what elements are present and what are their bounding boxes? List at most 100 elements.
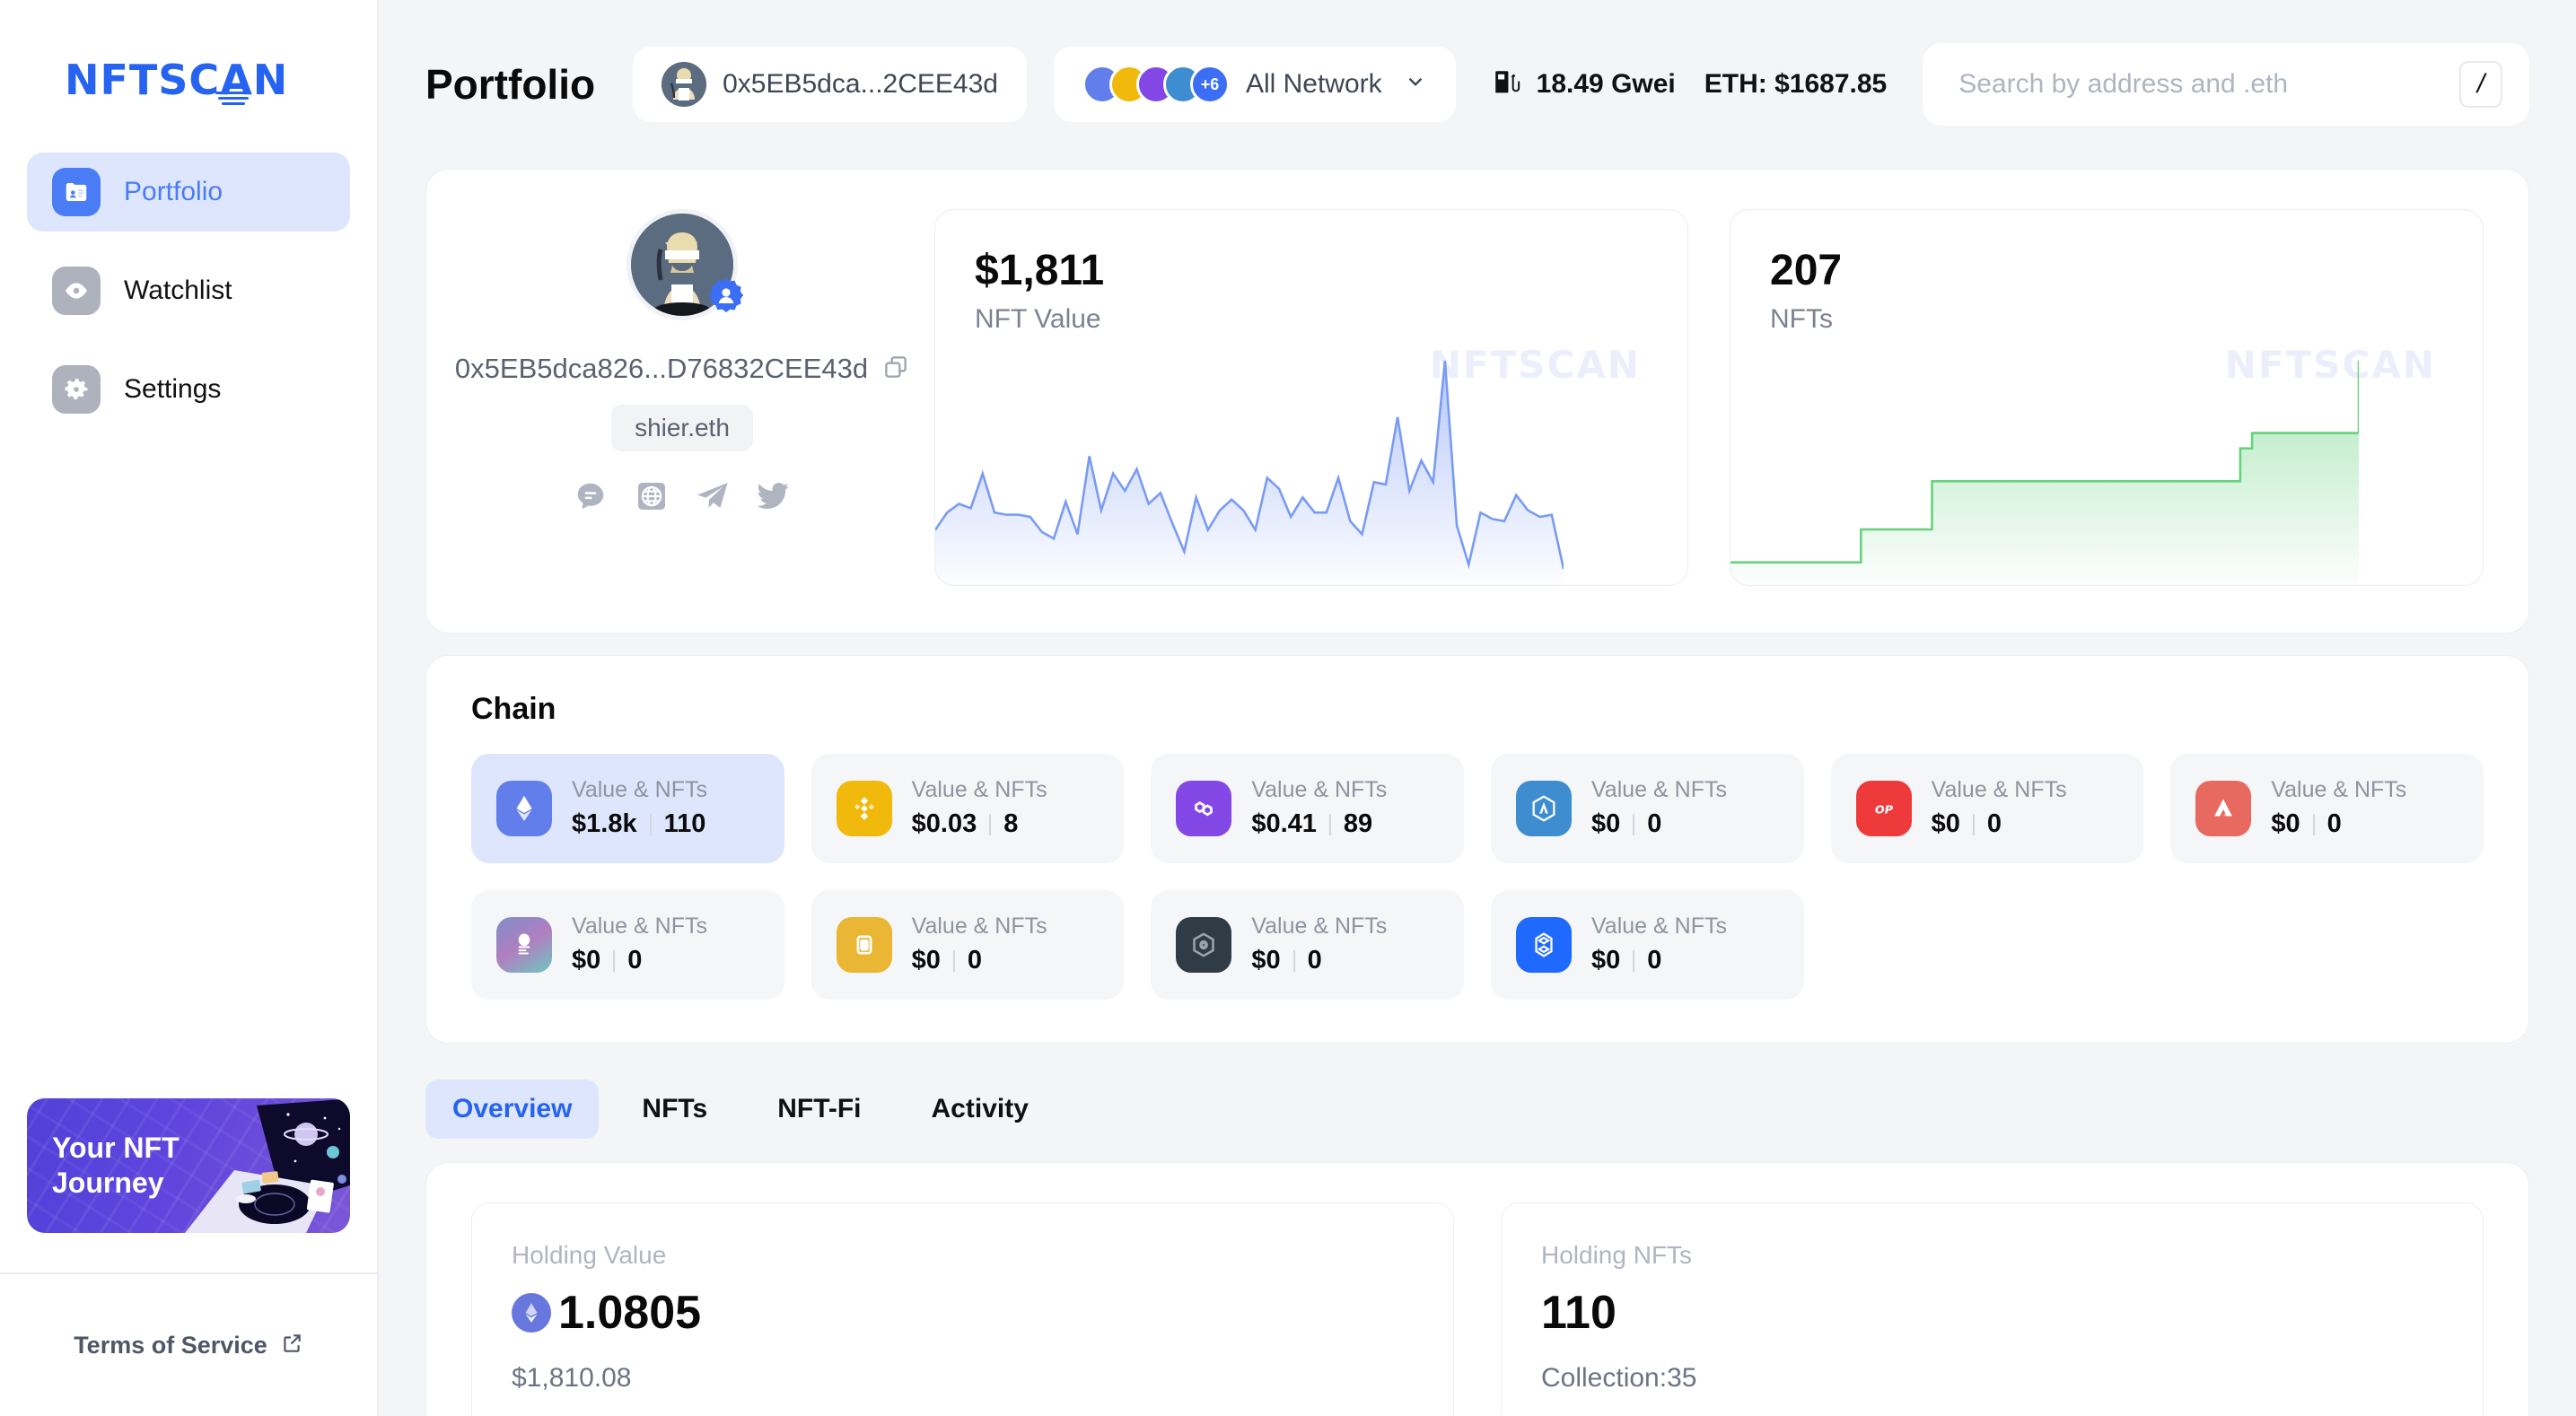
gas-pump-icon <box>1492 67 1522 102</box>
tab-activity[interactable]: Activity <box>905 1079 1056 1139</box>
chain-item-value: $0 <box>2271 809 2300 839</box>
profile-block: 0x5EB5dca826...D76832CEE43d shier.eth <box>455 209 907 586</box>
sidebar-item-watchlist[interactable]: Watchlist <box>27 251 350 330</box>
chain-item-label: Value & NFTs <box>911 913 1047 939</box>
terms-of-service-link[interactable]: Terms of Service <box>74 1332 267 1359</box>
chain-item-label: Value & NFTs <box>1251 776 1388 802</box>
holding-nfts-box: Holding NFTs 110 Collection:35 <box>1501 1202 2484 1416</box>
chain-item-value: $0.41 <box>1251 809 1317 839</box>
wallet-address: 0x5EB5dca826...D76832CEE43d <box>454 353 869 384</box>
network-icon-stack: +6 <box>1082 65 1230 104</box>
chain-item-optimism[interactable]: OP Value & NFTs $0 0 <box>1830 754 2144 863</box>
chain-item-value: $0 <box>911 946 941 975</box>
chain-item-count: 0 <box>2326 809 2342 839</box>
chain-item-solana[interactable]: Value & NFTs $0 0 <box>471 890 784 1000</box>
holding-value-amount-row: 1.0805 <box>512 1286 1414 1340</box>
chain-item-value: $1.8k <box>572 809 637 839</box>
chain-item-values: $0.41 89 <box>1251 809 1387 839</box>
chain-item-value: $0 <box>1590 809 1621 839</box>
chain-item-separator <box>1633 949 1635 972</box>
gas-indicator: 18.49 Gwei <box>1492 67 1676 102</box>
nft-journey-banner-wrap: Your NFT Journey <box>0 1098 377 1233</box>
sidebar-item-settings[interactable]: Settings <box>27 350 350 429</box>
search-bar[interactable]: / <box>1923 43 2529 126</box>
bnb-chain-icon <box>836 781 892 836</box>
nft-journey-banner[interactable]: Your NFT Journey <box>27 1098 350 1233</box>
avatar-wrap <box>626 209 744 320</box>
chain-item-values: $0 0 <box>2271 809 2406 839</box>
chain-item-count: 0 <box>627 946 643 975</box>
chain-item-value: $0 <box>1931 809 1960 839</box>
sidebar-item-portfolio[interactable]: Portfolio <box>27 153 350 232</box>
chain-item-info: Value & NFTs $0 0 <box>1251 913 1388 976</box>
chain-item-separator <box>952 949 955 972</box>
chain-item-polygon[interactable]: Value & NFTs $0.41 89 <box>1151 754 1464 863</box>
chain-item-klaytn[interactable]: Value & NFTs $0 0 <box>810 890 1125 1000</box>
verified-user-badge <box>707 277 745 315</box>
sidebar-item-label: Portfolio <box>124 177 223 206</box>
chain-item-info: Value & NFTs $0 0 <box>1590 913 1727 976</box>
chain-item-values: $0 0 <box>1251 946 1387 975</box>
chain-item-values: $0 0 <box>1932 809 2067 839</box>
twitter-icon[interactable] <box>756 478 792 514</box>
app-root: NFTSCAN Portfolio Watchlist Settings You… <box>0 0 2576 1416</box>
globe-icon[interactable] <box>634 478 670 514</box>
logo[interactable]: NFTSCAN <box>0 0 377 153</box>
profile-summary-card: 0x5EB5dca826...D76832CEE43d shier.eth $1… <box>425 169 2529 634</box>
network-extra-count: +6 <box>1189 65 1230 104</box>
chain-item-value: $0.03 <box>911 809 977 839</box>
chain-item-bnb-chain[interactable]: Value & NFTs $0.03 8 <box>810 754 1125 863</box>
sidebar-item-label: Settings <box>124 374 222 404</box>
search-input[interactable] <box>1958 69 2459 100</box>
address-chip[interactable]: 0x5EB5dca...2CEE43d <box>633 47 1027 122</box>
chain-item-label: Value & NFTs <box>1251 913 1388 939</box>
chain-item-arbitrum[interactable]: Value & NFTs $0 0 <box>1490 754 1804 863</box>
banner-text: Your NFT Journey <box>27 1131 180 1201</box>
chain-item-count: 8 <box>1003 809 1019 839</box>
telegram-icon[interactable] <box>695 478 731 514</box>
search-shortcut-badge: / <box>2459 61 2502 108</box>
ethereum-icon <box>512 1293 551 1333</box>
gear-icon <box>52 365 101 414</box>
network-selector-label: All Network <box>1245 69 1382 99</box>
klaytn-icon <box>836 917 892 973</box>
chain-item-avalanche[interactable]: Value & NFTs $0 0 <box>2170 754 2484 863</box>
chain-item-count: 110 <box>663 809 706 839</box>
gnosis-icon <box>1176 917 1232 973</box>
chain-item-values: $0 0 <box>1591 809 1727 839</box>
chat-icon[interactable] <box>573 478 609 514</box>
holding-value-amount: 1.0805 <box>558 1287 702 1339</box>
fantom-icon <box>1515 917 1572 973</box>
tab-nfts[interactable]: NFTs <box>615 1079 734 1139</box>
chain-item-label: Value & NFTs <box>572 776 707 802</box>
chain-item-separator <box>1633 813 1635 835</box>
chain-item-info: Value & NFTs $0 0 <box>911 913 1047 976</box>
logo-underline-icon <box>215 92 251 108</box>
sidebar-item-label: Watchlist <box>124 275 232 305</box>
banner-line1: Your NFT <box>52 1131 180 1164</box>
holding-nfts-label: Holding NFTs <box>1541 1241 1693 1269</box>
social-links <box>573 478 792 514</box>
tab-overview[interactable]: Overview <box>425 1079 600 1139</box>
chain-item-fantom[interactable]: Value & NFTs $0 0 <box>1490 890 1804 1000</box>
chain-item-ethereum[interactable]: Value & NFTs $1.8k 110 <box>471 754 784 863</box>
chain-item-separator <box>1292 949 1295 972</box>
copy-icon[interactable] <box>882 354 909 385</box>
ens-badge[interactable]: shier.eth <box>611 405 753 451</box>
sidebar-footer: Terms of Service <box>0 1272 377 1416</box>
network-selector[interactable]: +6 All Network <box>1053 47 1456 122</box>
chain-item-gnosis[interactable]: Value & NFTs $0 0 <box>1151 890 1464 1000</box>
id-card-icon <box>52 168 101 216</box>
eth-price: ETH: $1687.85 <box>1704 69 1888 99</box>
chain-item-label: Value & NFTs <box>572 913 707 939</box>
chain-item-values: $1.8k 110 <box>572 809 707 839</box>
tab-nft-fi[interactable]: NFT-Fi <box>750 1079 888 1139</box>
chain-item-info: Value & NFTs $0 0 <box>1932 777 2067 840</box>
nfts-count-amount: 207 <box>1770 247 1843 294</box>
chain-item-value: $0 <box>1590 946 1621 975</box>
main-area: Portfolio 0x5EB5dca...2CEE43d +6 All Net… <box>379 0 2576 1416</box>
nfts-count-sparkline <box>1730 361 2359 585</box>
chain-item-separator <box>1328 813 1331 835</box>
nft-value-amount: $1,811 <box>975 247 1105 294</box>
chain-item-count: 0 <box>967 946 983 975</box>
